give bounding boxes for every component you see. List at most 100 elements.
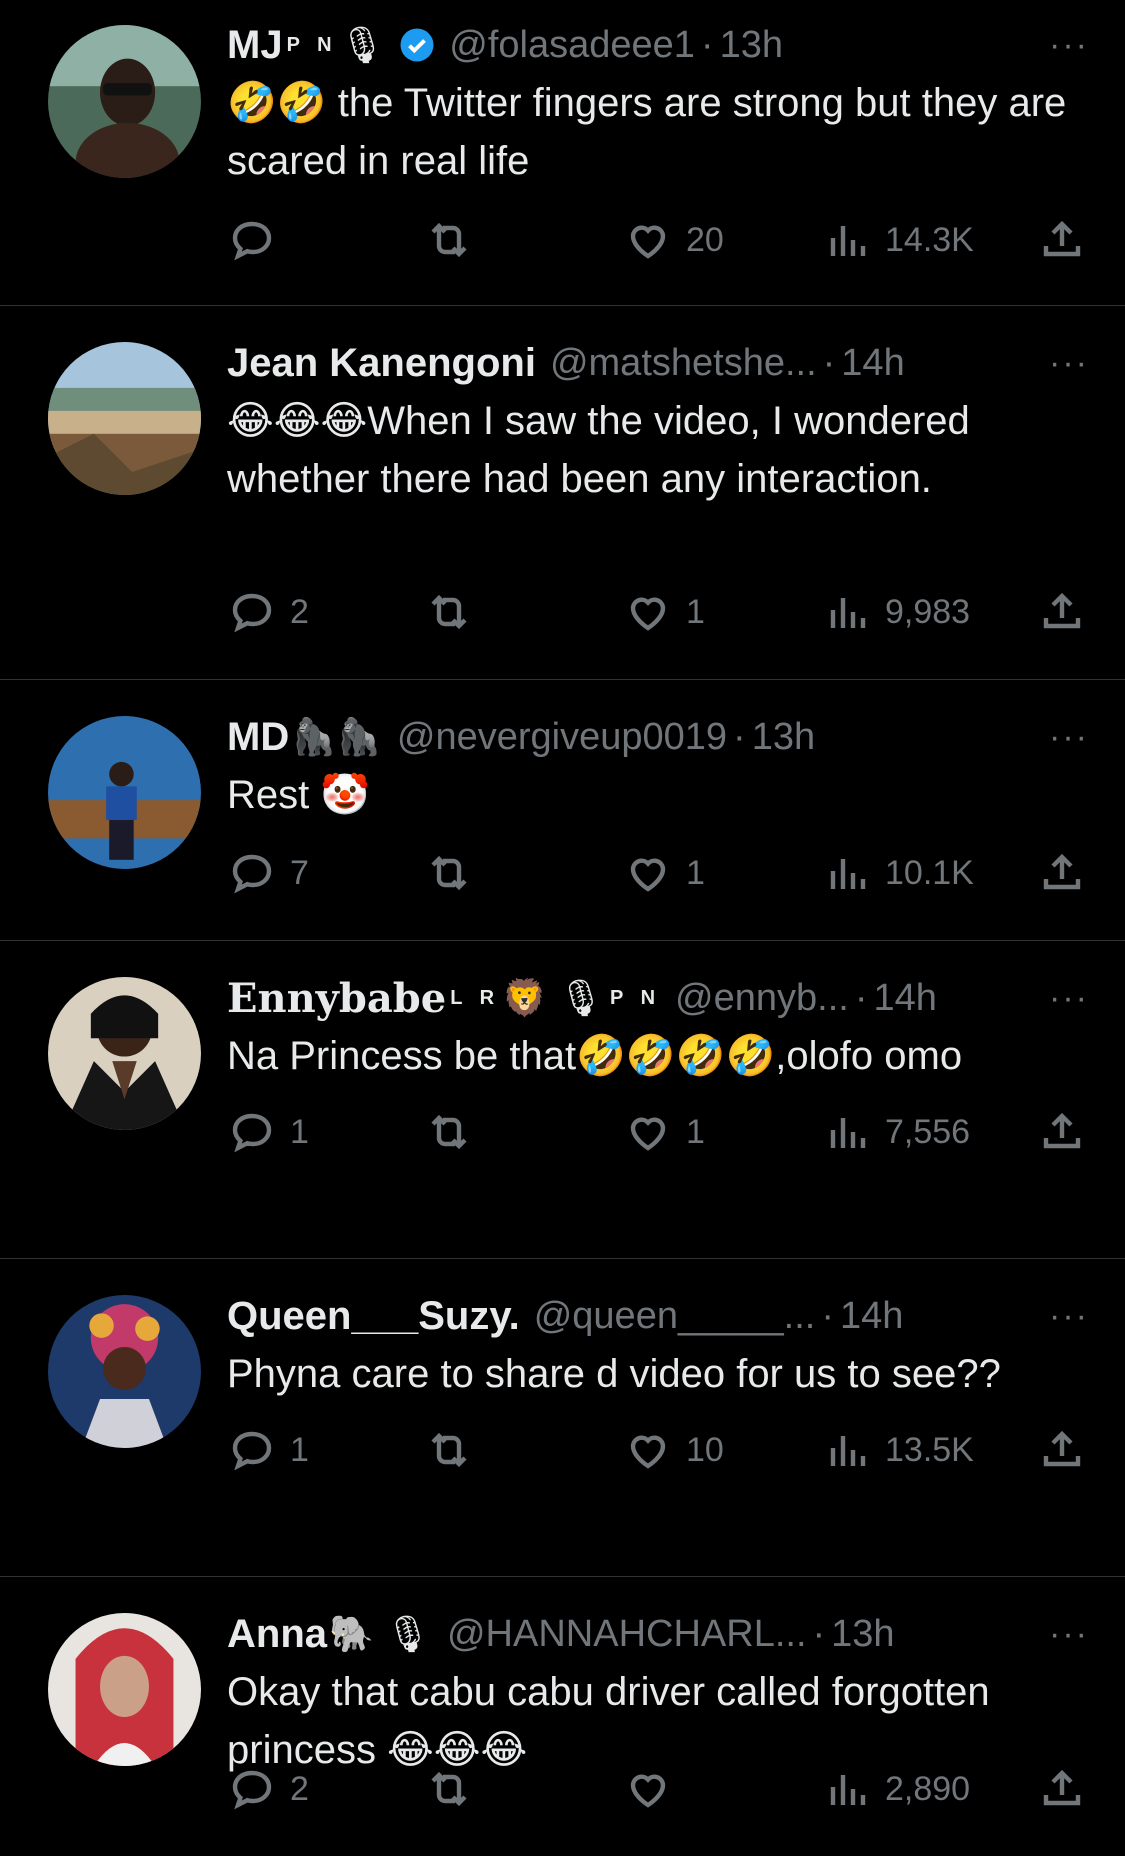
- views-button[interactable]: 7,556: [823, 1108, 970, 1156]
- retweet-button[interactable]: [425, 588, 473, 636]
- reply-button[interactable]: 7: [228, 849, 309, 897]
- views-button[interactable]: 14.3K: [823, 216, 974, 264]
- timestamp[interactable]: 13h: [720, 24, 783, 67]
- views-count: 9,983: [885, 592, 971, 631]
- retweet-button[interactable]: [425, 1426, 473, 1474]
- tweet-card[interactable]: MD 🦍🦍 @nevergiveup0019 · 13h ··· Rest 🤡 …: [0, 680, 1125, 941]
- views-count: 2,890: [885, 1769, 971, 1808]
- handle[interactable]: @nevergiveup0019: [397, 716, 727, 759]
- like-button[interactable]: 10: [624, 1426, 724, 1474]
- views-icon: [830, 598, 866, 628]
- handle[interactable]: @folasadeee1: [449, 24, 695, 67]
- share-button[interactable]: [1038, 849, 1086, 897]
- tweet-card[interactable]: Queen___Suzy. @queen_____... · 14h ··· P…: [0, 1259, 1125, 1577]
- share-icon: [1043, 1112, 1081, 1149]
- separator-dot: ·: [822, 341, 836, 384]
- handle[interactable]: @queen_____...: [534, 1295, 816, 1338]
- tweet-card[interactable]: Anna 🐘 🎙 @HANNAHCHARL... · 13h ··· Okay …: [0, 1577, 1125, 1856]
- like-button[interactable]: [624, 1765, 686, 1813]
- more-icon[interactable]: ···: [1049, 979, 1089, 1018]
- action-bar: 20 14.3K: [0, 215, 1125, 265]
- tweet-header: Queen___Suzy. @queen_____... · 14h ···: [227, 1287, 1089, 1345]
- separator-dot: ·: [821, 1294, 834, 1337]
- timestamp[interactable]: 14h: [873, 977, 936, 1020]
- display-name[interactable]: Anna: [227, 1612, 327, 1657]
- views-icon: [830, 1118, 866, 1148]
- retweet-button[interactable]: [425, 216, 473, 264]
- retweet-icon: [431, 1432, 467, 1468]
- share-button[interactable]: [1038, 216, 1086, 264]
- handle[interactable]: @ennyb...: [675, 977, 849, 1020]
- avatar[interactable]: [48, 25, 201, 178]
- display-name[interactable]: MJ: [227, 23, 283, 68]
- reply-count: 1: [290, 1112, 309, 1151]
- timestamp[interactable]: 14h: [840, 1295, 903, 1338]
- retweet-button[interactable]: [425, 1765, 473, 1813]
- views-button[interactable]: 13.5K: [823, 1426, 974, 1474]
- views-icon: [830, 1436, 866, 1466]
- name-superscript: P N: [286, 33, 338, 56]
- retweet-icon: [431, 1771, 467, 1807]
- views-icon: [830, 1775, 866, 1805]
- reply-icon: [232, 593, 272, 633]
- retweet-button[interactable]: [425, 849, 473, 897]
- views-button[interactable]: 2,890: [823, 1765, 970, 1813]
- share-icon: [1043, 1430, 1081, 1467]
- reply-button[interactable]: 1: [228, 1108, 309, 1156]
- avatar[interactable]: [48, 342, 201, 495]
- like-button[interactable]: 20: [624, 216, 724, 264]
- reply-button[interactable]: 2: [228, 1765, 309, 1813]
- tweet-header: Anna 🐘 🎙 @HANNAHCHARL... · 13h ···: [227, 1605, 1089, 1663]
- share-button[interactable]: [1038, 1765, 1086, 1813]
- tweet-card[interactable]: Ennybabe L R 🦁 🎙 P N @ennyb... · 14h ···…: [0, 941, 1125, 1259]
- display-name[interactable]: Jean Kanengoni: [227, 341, 536, 386]
- more-icon[interactable]: ···: [1049, 26, 1089, 65]
- more-icon[interactable]: ···: [1049, 1615, 1089, 1654]
- reply-icon: [232, 1770, 272, 1810]
- share-button[interactable]: [1038, 588, 1086, 636]
- like-button[interactable]: 1: [624, 588, 705, 636]
- views-count: 10.1K: [885, 853, 974, 892]
- reply-button[interactable]: 2: [228, 588, 309, 636]
- handle[interactable]: @matshetshe...: [550, 342, 817, 385]
- avatar[interactable]: [48, 716, 201, 869]
- like-button[interactable]: 1: [624, 1108, 705, 1156]
- views-icon: [830, 226, 866, 256]
- views-icon: [830, 859, 866, 889]
- share-button[interactable]: [1038, 1108, 1086, 1156]
- reply-icon: [232, 1113, 272, 1153]
- retweet-button[interactable]: [425, 1108, 473, 1156]
- handle[interactable]: @HANNAHCHARL...: [447, 1613, 807, 1656]
- retweet-icon: [431, 1114, 467, 1150]
- more-icon[interactable]: ···: [1049, 718, 1089, 757]
- timestamp[interactable]: 13h: [831, 1613, 894, 1656]
- reply-button[interactable]: [228, 216, 290, 264]
- views-count: 7,556: [885, 1112, 971, 1151]
- views-count: 13.5K: [885, 1430, 974, 1469]
- reply-icon: [232, 221, 272, 261]
- tweet-card[interactable]: Jean Kanengoni @matshetshe... · 14h ··· …: [0, 306, 1125, 680]
- more-icon[interactable]: ···: [1049, 1297, 1089, 1336]
- like-count: 1: [686, 853, 705, 892]
- action-bar: 1 1 7,556: [0, 1107, 1125, 1157]
- like-button[interactable]: 1: [624, 849, 705, 897]
- avatar[interactable]: [48, 1613, 201, 1766]
- separator-dot: ·: [700, 23, 714, 66]
- share-icon: [1043, 592, 1081, 629]
- reply-button[interactable]: 1: [228, 1426, 309, 1474]
- like-icon: [630, 858, 666, 892]
- more-icon[interactable]: ···: [1049, 344, 1089, 383]
- share-button[interactable]: [1038, 1426, 1086, 1474]
- reply-icon: [232, 854, 272, 894]
- tweet-card[interactable]: MJ P N 🎙 @folasadeee1 · 13h ··· 🤣🤣 the T…: [0, 0, 1125, 306]
- display-name[interactable]: Ennybabe: [227, 975, 446, 1022]
- retweet-icon: [431, 855, 467, 891]
- timestamp[interactable]: 14h: [841, 342, 904, 385]
- reply-count: 2: [290, 592, 309, 631]
- timestamp[interactable]: 13h: [752, 716, 815, 759]
- reply-count: 2: [290, 1769, 309, 1808]
- views-button[interactable]: 10.1K: [823, 849, 974, 897]
- views-button[interactable]: 9,983: [823, 588, 970, 636]
- display-name[interactable]: Queen___Suzy.: [227, 1294, 520, 1339]
- display-name[interactable]: MD: [227, 715, 289, 760]
